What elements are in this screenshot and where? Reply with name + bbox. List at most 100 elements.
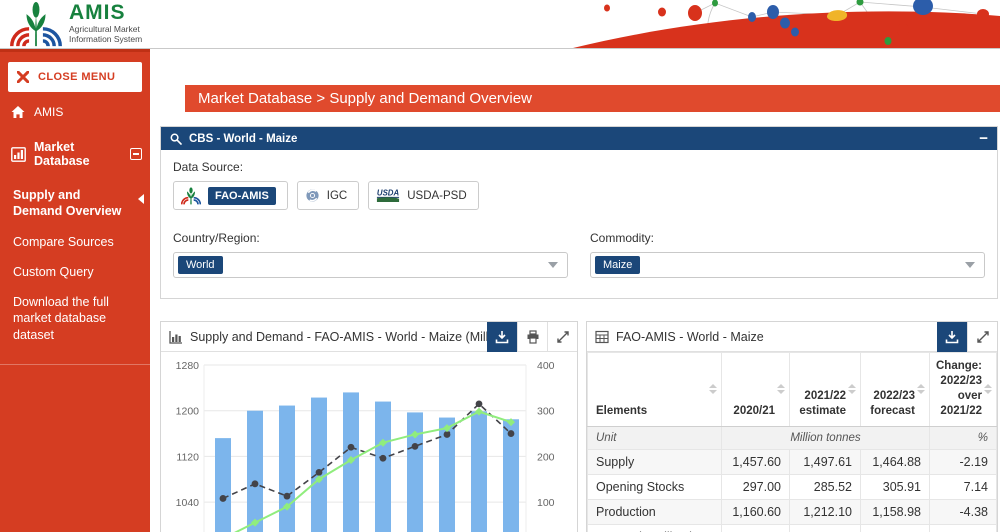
svg-text:100: 100 — [537, 497, 555, 509]
collapse-panel-button[interactable]: − — [979, 132, 988, 146]
sidebar-item-label: Custom Query — [13, 265, 94, 279]
sidebar-item-label: AMIS — [34, 105, 63, 119]
sidebar-section-label: Market Database — [34, 140, 130, 168]
sidebar: CLOSE MENU AMIS Market Database Supply a… — [0, 49, 150, 532]
value-cell: 297.00 — [722, 474, 790, 499]
table-panel-header: FAO-AMIS - World - Maize — [587, 322, 997, 352]
value-cell: 1,497.61 — [790, 449, 861, 474]
print-icon — [526, 330, 540, 344]
bar — [247, 411, 263, 532]
collapse-section-icon[interactable] — [130, 148, 142, 160]
table-row: Supply1,457.601,497.611,464.88-2.19 — [588, 449, 997, 474]
table-header-row: Elements 2020/21 2021/22 estimate 2022/23 f… — [588, 353, 997, 427]
logo-subtitle: Agricultural Market Information System — [69, 25, 142, 45]
bar — [407, 412, 423, 532]
sidebar-item-label: Download the full market database datase… — [13, 295, 109, 342]
sidebar-item-custom-query[interactable]: Custom Query — [0, 257, 150, 287]
sidebar-item-supply-and-demand-overview[interactable]: Supply and Demand Overview — [0, 180, 150, 227]
source-button-igc[interactable]: IGC — [297, 181, 359, 210]
chart-panel-header: Supply and Demand - FAO-AMIS - World - M… — [161, 322, 577, 352]
element-cell: Opening Stocks — [588, 474, 722, 499]
close-icon — [17, 71, 29, 83]
sort-caret-icon — [709, 384, 717, 394]
country-region-label: Country/Region: — [173, 231, 568, 245]
value-cell: 285.52 — [790, 474, 861, 499]
close-menu-button[interactable]: CLOSE MENU — [8, 62, 142, 92]
filter-panel-header: CBS - World - Maize − — [161, 127, 997, 150]
unit-label: Unit — [588, 426, 722, 449]
column-header-elements[interactable]: Elements — [588, 353, 722, 427]
igc-globe-icon — [305, 188, 320, 203]
unit-row: Unit Million tonnes % — [588, 426, 997, 449]
filter-panel-title: CBS - World - Maize — [189, 133, 979, 145]
filter-panel-body: Data Source: FAO-AMIS — [161, 150, 997, 298]
table-expand-button[interactable] — [967, 322, 997, 352]
sidebar-item-amis-home[interactable]: AMIS — [0, 96, 150, 128]
value-cell: -1.51 — [930, 524, 997, 532]
sort-caret-icon — [984, 384, 992, 394]
logo-title: AMIS — [69, 2, 142, 24]
column-header-label: Change: 2022/23 over 2021/22 — [936, 360, 982, 417]
svg-text:1200: 1200 — [176, 406, 200, 418]
table-row: Production1,160.601,212.101,158.98-4.38 — [588, 499, 997, 524]
value-cell: 7.14 — [930, 474, 997, 499]
table-download-button[interactable] — [937, 322, 967, 352]
bar — [471, 411, 487, 532]
chart-print-button[interactable] — [517, 322, 547, 352]
column-header-label: 2022/23 forecast — [870, 390, 915, 417]
source-button-usda-psd[interactable]: USDA USDA-PSD — [368, 181, 478, 210]
source-label: USDA-PSD — [407, 190, 466, 202]
sidebar-divider — [0, 364, 150, 365]
unit-value: Million tonnes — [722, 426, 930, 449]
svg-text:1280: 1280 — [176, 360, 200, 372]
close-menu-label: CLOSE MENU — [38, 71, 115, 83]
chart-expand-button[interactable] — [547, 322, 577, 352]
value-cell: 1,198.51 — [790, 524, 861, 532]
value-cell: 1,160.60 — [722, 499, 790, 524]
table-row: Domestic Utilization1,171.841,198.511,18… — [588, 524, 997, 532]
unit-percent: % — [930, 426, 997, 449]
value-cell: 1,158.98 — [861, 499, 930, 524]
amis-logo[interactable]: AMIS Agricultural Market Information Sys… — [9, 2, 142, 47]
svg-text:USDA: USDA — [377, 189, 400, 198]
svg-text:400: 400 — [537, 360, 555, 372]
chevron-down-icon — [965, 262, 975, 268]
bar-chart-icon — [11, 147, 26, 162]
commodity-selected-tag: Maize — [595, 256, 640, 274]
source-button-fao-amis[interactable]: FAO-AMIS — [173, 181, 288, 210]
column-header-label: Elements — [596, 405, 647, 417]
sort-caret-icon — [777, 384, 785, 394]
top-header: AMIS Agricultural Market Information Sys… — [0, 0, 1000, 49]
column-header-label: 2021/22 estimate — [799, 390, 846, 417]
commodity-label: Commodity: — [590, 231, 985, 245]
value-cell: 1,180.37 — [861, 524, 930, 532]
sort-caret-icon — [917, 384, 925, 394]
svg-text:1040: 1040 — [176, 497, 200, 509]
column-header-2020-21[interactable]: 2020/21 — [722, 353, 790, 427]
search-icon — [170, 133, 182, 145]
country-selected-tag: World — [178, 256, 223, 274]
sidebar-item-compare-sources[interactable]: Compare Sources — [0, 227, 150, 257]
column-header-2021-22[interactable]: 2021/22 estimate — [790, 353, 861, 427]
chart-download-button[interactable] — [487, 322, 517, 352]
expand-icon — [556, 330, 570, 344]
usda-logo-icon: USDA — [376, 188, 400, 203]
value-cell: 1,212.10 — [790, 499, 861, 524]
value-cell: -2.19 — [930, 449, 997, 474]
supply-demand-chart-panel: Supply and Demand - FAO-AMIS - World - M… — [160, 321, 578, 532]
column-header-2022-23[interactable]: 2022/23 forecast — [861, 353, 930, 427]
country-region-select[interactable]: World — [173, 252, 568, 278]
sidebar-item-label: Supply and Demand Overview — [13, 188, 121, 218]
sidebar-item-label: Compare Sources — [13, 235, 114, 249]
svg-text:200: 200 — [537, 451, 555, 463]
sidebar-section-market-database[interactable]: Market Database — [0, 128, 150, 180]
source-label: IGC — [327, 190, 347, 202]
amis-app: AMIS Agricultural Market Information Sys… — [0, 0, 1000, 532]
svg-text:300: 300 — [537, 406, 555, 418]
commodity-select[interactable]: Maize — [590, 252, 985, 278]
element-cell: Supply — [588, 449, 722, 474]
sidebar-item-download-dataset[interactable]: Download the full market database datase… — [0, 287, 150, 350]
supply-demand-table: Elements 2020/21 2021/22 estimate 2022/23 f… — [587, 352, 997, 532]
source-label-selected: FAO-AMIS — [208, 187, 276, 205]
column-header-change[interactable]: Change: 2022/23 over 2021/22 — [930, 353, 997, 427]
